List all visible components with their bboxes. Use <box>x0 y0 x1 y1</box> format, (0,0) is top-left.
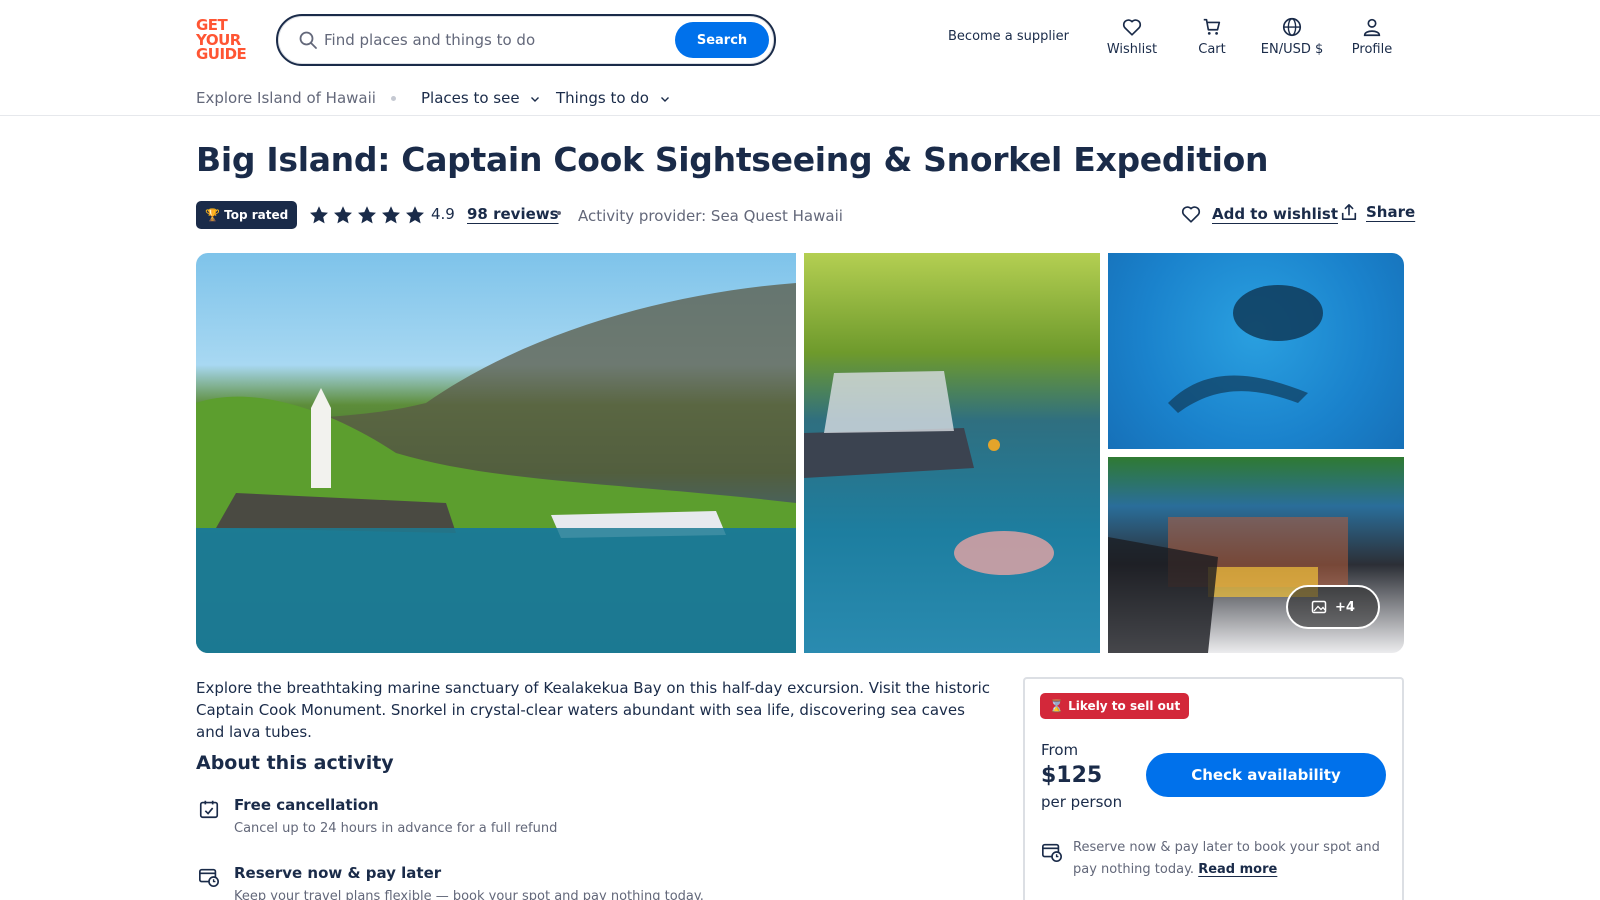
star-icon <box>358 206 376 224</box>
menu-places-label: Places to see <box>421 89 520 107</box>
price-per-label: per person <box>1041 793 1123 811</box>
star-icon <box>406 206 424 224</box>
feature-title: Reserve now & pay later <box>234 864 442 882</box>
read-more-link[interactable]: Read more <box>1198 862 1277 877</box>
rating-value: 4.9 <box>431 205 455 223</box>
activity-description: Explore the breathtaking marine sanctuar… <box>196 679 991 741</box>
likely-to-sell-out-badge: ⌛ Likely to sell out <box>1040 693 1190 719</box>
nav-wishlist[interactable]: Wishlist <box>1092 16 1172 57</box>
menu-things-to-do[interactable]: Things to do <box>556 89 670 107</box>
heart-icon <box>1181 206 1201 223</box>
share-icon <box>1341 203 1357 221</box>
cart-icon <box>1203 18 1221 35</box>
calendar-check-icon <box>199 800 219 819</box>
turtle-scene-illustration <box>1168 285 1323 413</box>
search-icon <box>299 31 317 49</box>
share-label: Share <box>1366 203 1416 221</box>
nav-profile-label: Profile <box>1351 42 1393 57</box>
gallery-photo-boat-snorkeler[interactable] <box>804 253 1100 653</box>
gallery-photo-group-on-boat[interactable]: +4 <box>1108 457 1404 653</box>
menu-places-to-see[interactable]: Places to see <box>421 89 540 107</box>
nav-cart[interactable]: Cart <box>1172 16 1252 57</box>
star-icon <box>382 206 400 224</box>
heart-icon <box>1122 19 1142 36</box>
gallery-photo-turtle[interactable] <box>1108 253 1404 449</box>
search-button[interactable]: Search <box>675 22 769 58</box>
top-rated-badge: 🏆 Top rated <box>196 201 298 229</box>
activity-title: Big Island: Captain Cook Sightseeing & S… <box>196 140 1269 179</box>
become-supplier-link[interactable]: Become a supplier <box>948 29 1069 44</box>
chevron-down-icon <box>660 96 669 102</box>
nav-profile[interactable]: Profile <box>1332 16 1412 57</box>
search-input[interactable] <box>324 24 664 56</box>
top-rated-label: Top rated <box>224 208 289 222</box>
payment-later-icon <box>1042 843 1062 862</box>
more-photos-count: +4 <box>1335 599 1355 615</box>
reviews-link[interactable]: 98 reviews <box>467 205 559 223</box>
bay-scene-illustration <box>196 283 796 653</box>
add-to-wishlist-label: Add to wishlist <box>1212 205 1338 223</box>
reserve-note: Reserve now & pay later to book your spo… <box>1073 837 1393 881</box>
explore-destination-link[interactable]: Explore Island of Hawaii <box>196 89 376 107</box>
divider-dot <box>391 96 396 101</box>
boat-scene-illustration <box>804 371 1054 575</box>
top-header: GET YOUR GUIDE Search Become a supplier … <box>0 0 1600 78</box>
feature-title: Free cancellation <box>234 796 379 814</box>
hourglass-icon: ⌛ <box>1049 699 1064 713</box>
sub-navigation: Explore Island of Hawaii Places to see T… <box>0 78 1600 116</box>
price-from-label: From <box>1041 741 1079 759</box>
price-value: $125 <box>1041 763 1103 788</box>
search-bar: Search <box>276 14 776 66</box>
star-icon <box>310 206 328 224</box>
gallery-photo-monument-bay[interactable] <box>196 253 796 653</box>
profile-icon <box>1363 18 1381 37</box>
logo-line-3: GUIDE <box>196 45 247 63</box>
globe-icon <box>1282 17 1302 37</box>
image-icon <box>1311 600 1327 614</box>
about-section-title: About this activity <box>196 752 394 774</box>
separator-dot <box>557 211 561 215</box>
star-rating <box>308 204 426 226</box>
sell-out-label: Likely to sell out <box>1068 699 1181 713</box>
booking-card: ⌛ Likely to sell out From $125 per perso… <box>1023 677 1404 900</box>
menu-things-label: Things to do <box>556 89 649 107</box>
photo-gallery: +4 <box>196 253 1404 653</box>
feature-subtitle: Keep your travel plans flexible — book y… <box>234 889 704 900</box>
check-availability-button[interactable]: Check availability <box>1146 753 1386 797</box>
payment-later-icon <box>199 868 219 887</box>
getyourguide-logo[interactable]: GET YOUR GUIDE <box>196 18 252 64</box>
nav-language-currency[interactable]: EN/USD $ <box>1252 16 1332 57</box>
add-to-wishlist-button[interactable]: Add to wishlist <box>1180 203 1338 225</box>
trophy-icon: 🏆 <box>205 208 220 222</box>
activity-provider: Activity provider: Sea Quest Hawaii <box>578 207 843 225</box>
nav-cart-label: Cart <box>1198 42 1226 57</box>
star-icon <box>334 206 352 224</box>
share-button[interactable]: Share <box>1340 203 1415 221</box>
more-photos-button[interactable]: +4 <box>1286 585 1380 629</box>
nav-wishlist-label: Wishlist <box>1106 42 1158 57</box>
chevron-down-icon <box>531 96 540 102</box>
feature-subtitle: Cancel up to 24 hours in advance for a f… <box>234 821 558 836</box>
nav-language-label: EN/USD $ <box>1260 42 1324 57</box>
